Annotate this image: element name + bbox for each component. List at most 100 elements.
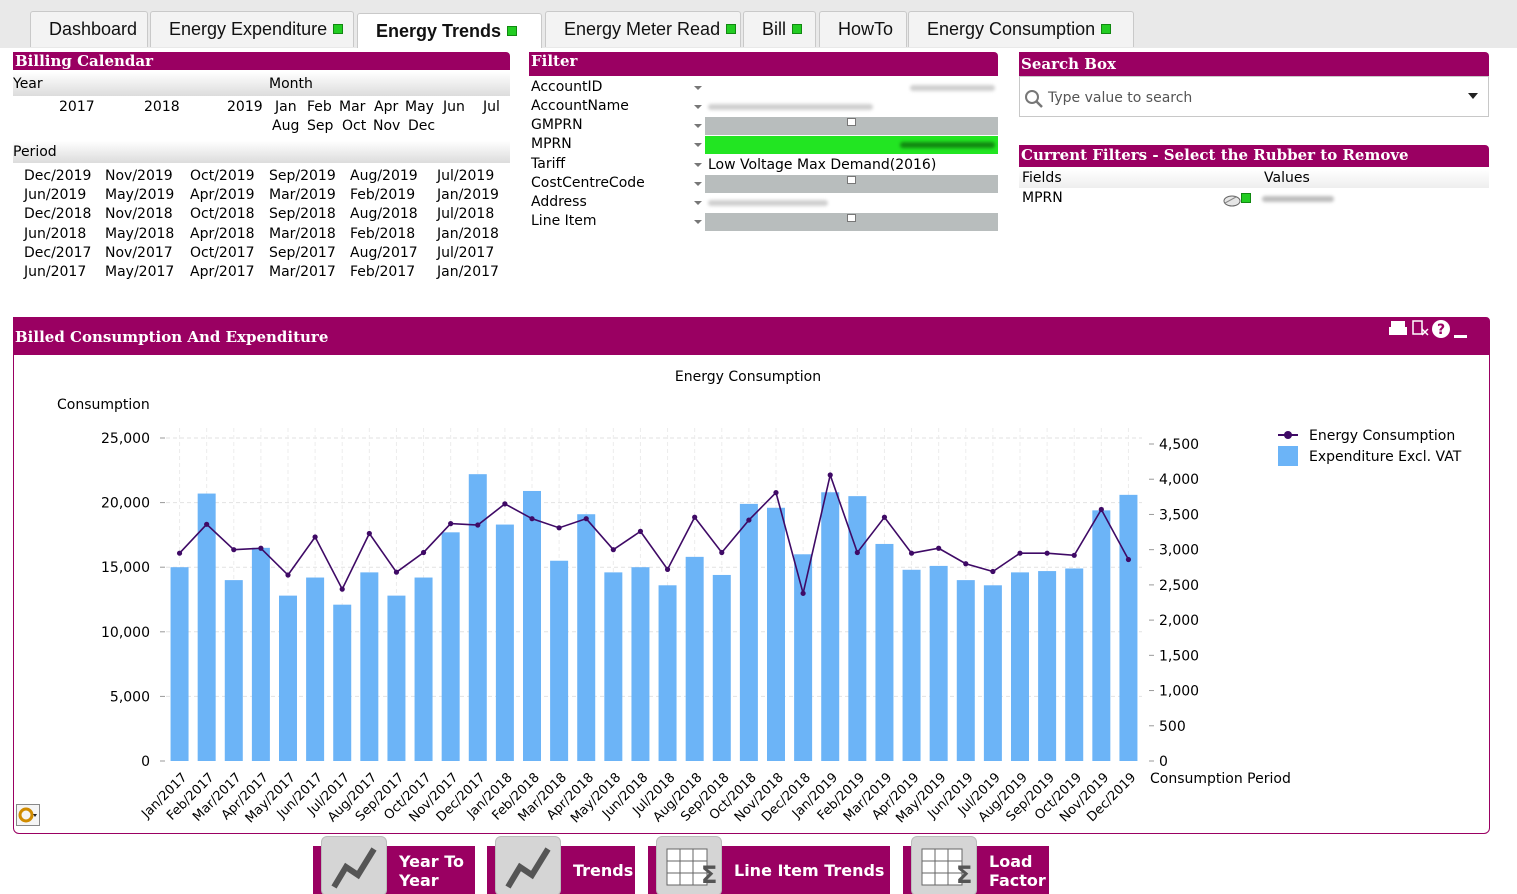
year-2017[interactable]: 2017 <box>59 99 95 115</box>
filter-value-gmprn[interactable] <box>705 117 998 135</box>
load-factor-button[interactable]: Σ Load Factor <box>903 836 1049 894</box>
period-cell[interactable]: Aug/2017 <box>350 245 418 261</box>
period-cell[interactable]: Mar/2019 <box>269 187 336 203</box>
trends-button[interactable]: Trends <box>487 836 635 894</box>
status-led-icon <box>726 24 737 34</box>
chevron-down-icon[interactable] <box>1468 93 1478 99</box>
period-cell[interactable]: Aug/2018 <box>350 206 418 222</box>
tab-label: Energy Meter Read <box>564 19 721 39</box>
period-cell[interactable]: Nov/2018 <box>105 206 173 222</box>
period-cell[interactable]: Sep/2018 <box>269 206 336 222</box>
button-label: Line Item Trends <box>734 861 885 880</box>
period-cell[interactable]: Feb/2018 <box>350 226 415 242</box>
status-led-icon <box>1241 193 1251 203</box>
month-sep[interactable]: Sep <box>307 118 333 134</box>
redacted-value <box>708 200 828 206</box>
rubber-eraser-icon[interactable] <box>1222 193 1242 207</box>
period-cell[interactable]: Nov/2017 <box>105 245 173 261</box>
month-jan[interactable]: Jan <box>275 99 297 115</box>
filter-value-costcentrecode[interactable] <box>705 175 998 193</box>
tab-energy-expenditure[interactable]: Energy Expenditure <box>150 11 354 47</box>
dropdown-arrow-icon[interactable] <box>694 86 702 90</box>
dropdown-arrow-icon[interactable] <box>694 220 702 224</box>
dropdown-arrow-icon[interactable] <box>694 201 702 205</box>
fields-header: Fields <box>1022 170 1062 186</box>
month-nov[interactable]: Nov <box>373 118 400 134</box>
period-header: Period <box>13 141 510 163</box>
period-label: Period <box>13 144 57 160</box>
tab-energy-trends[interactable]: Energy Trends <box>357 13 542 48</box>
month-mar[interactable]: Mar <box>339 99 365 115</box>
period-cell[interactable]: Apr/2019 <box>190 187 255 203</box>
tab-howto[interactable]: HowTo <box>819 11 907 47</box>
month-jul[interactable]: Jul <box>483 99 500 115</box>
year-2019[interactable]: 2019 <box>227 99 263 115</box>
dropdown-arrow-icon[interactable] <box>694 124 702 128</box>
tab-label: Bill <box>762 19 787 39</box>
year-2018[interactable]: 2018 <box>144 99 180 115</box>
month-dec[interactable]: Dec <box>408 118 435 134</box>
period-cell[interactable]: Jun/2019 <box>24 187 86 203</box>
filter-value-accountname[interactable] <box>705 98 998 116</box>
period-cell[interactable]: May/2017 <box>105 264 174 280</box>
period-cell[interactable]: Dec/2017 <box>24 245 91 261</box>
filter-value-address[interactable] <box>705 194 998 212</box>
scroll-thumb[interactable] <box>847 118 856 126</box>
dropdown-arrow-icon[interactable] <box>694 105 702 109</box>
button-label: Year To <box>399 852 465 871</box>
filter-label-mprn: MPRN <box>531 136 572 152</box>
filter-value-accountid[interactable] <box>705 79 998 97</box>
period-cell[interactable]: Jul/2018 <box>437 206 494 222</box>
month-feb[interactable]: Feb <box>307 99 332 115</box>
line-item-trends-button[interactable]: Σ Line Item Trends <box>648 836 890 894</box>
period-cell[interactable]: Nov/2019 <box>105 168 173 184</box>
month-may[interactable]: May <box>405 99 434 115</box>
filter-value-mprn[interactable] <box>705 136 998 154</box>
period-cell[interactable]: Feb/2017 <box>350 264 415 280</box>
dropdown-arrow-icon[interactable] <box>694 182 702 186</box>
filter-value-tariff[interactable]: Low Voltage Max Demand(2016) <box>705 156 998 174</box>
year-to-year-button[interactable]: Year To Year <box>313 836 475 894</box>
tab-energy-consumption[interactable]: Energy Consumption <box>908 11 1134 47</box>
period-cell[interactable]: Feb/2019 <box>350 187 415 203</box>
period-cell[interactable]: Jun/2017 <box>24 264 86 280</box>
period-cell[interactable]: May/2018 <box>105 226 174 242</box>
period-cell[interactable]: Apr/2017 <box>190 264 255 280</box>
filter-value-line-item[interactable] <box>705 213 998 231</box>
svg-text:Σ: Σ <box>956 861 972 889</box>
period-cell[interactable]: Dec/2018 <box>24 206 91 222</box>
month-aug[interactable]: Aug <box>272 118 299 134</box>
period-cell[interactable]: Oct/2017 <box>190 245 255 261</box>
period-cell[interactable]: Jan/2018 <box>437 226 499 242</box>
search-field[interactable]: Type value to search <box>1019 76 1489 117</box>
period-cell[interactable]: Sep/2017 <box>269 245 336 261</box>
redacted-value <box>910 85 995 91</box>
period-cell[interactable]: May/2019 <box>105 187 174 203</box>
month-apr[interactable]: Apr <box>374 99 398 115</box>
period-cell[interactable]: Dec/2019 <box>24 168 91 184</box>
scroll-thumb[interactable] <box>847 214 856 222</box>
chart-type-switch-button[interactable] <box>16 804 40 826</box>
tab-dashboard[interactable]: Dashboard <box>30 11 148 47</box>
period-cell[interactable]: Jul/2019 <box>437 168 494 184</box>
dropdown-arrow-icon[interactable] <box>694 143 702 147</box>
tab-label: HowTo <box>838 19 894 39</box>
period-cell[interactable]: Jul/2017 <box>437 245 494 261</box>
period-cell[interactable]: Jan/2017 <box>437 264 499 280</box>
period-cell[interactable]: Jun/2018 <box>24 226 86 242</box>
period-cell[interactable]: Oct/2018 <box>190 206 255 222</box>
tab-energy-meter-read[interactable]: Energy Meter Read <box>545 11 741 47</box>
period-cell[interactable]: Jan/2019 <box>437 187 499 203</box>
dropdown-arrow-icon[interactable] <box>694 163 702 167</box>
period-cell[interactable]: Mar/2018 <box>269 226 336 242</box>
period-cell[interactable]: Aug/2019 <box>350 168 418 184</box>
month-jun[interactable]: Jun <box>443 99 465 115</box>
month-oct[interactable]: Oct <box>342 118 366 134</box>
scroll-thumb[interactable] <box>847 176 856 184</box>
period-cell[interactable]: Apr/2018 <box>190 226 255 242</box>
filter-label-accountname: AccountName <box>531 98 629 114</box>
tab-bill[interactable]: Bill <box>743 11 816 47</box>
period-cell[interactable]: Oct/2019 <box>190 168 255 184</box>
period-cell[interactable]: Mar/2017 <box>269 264 336 280</box>
period-cell[interactable]: Sep/2019 <box>269 168 336 184</box>
